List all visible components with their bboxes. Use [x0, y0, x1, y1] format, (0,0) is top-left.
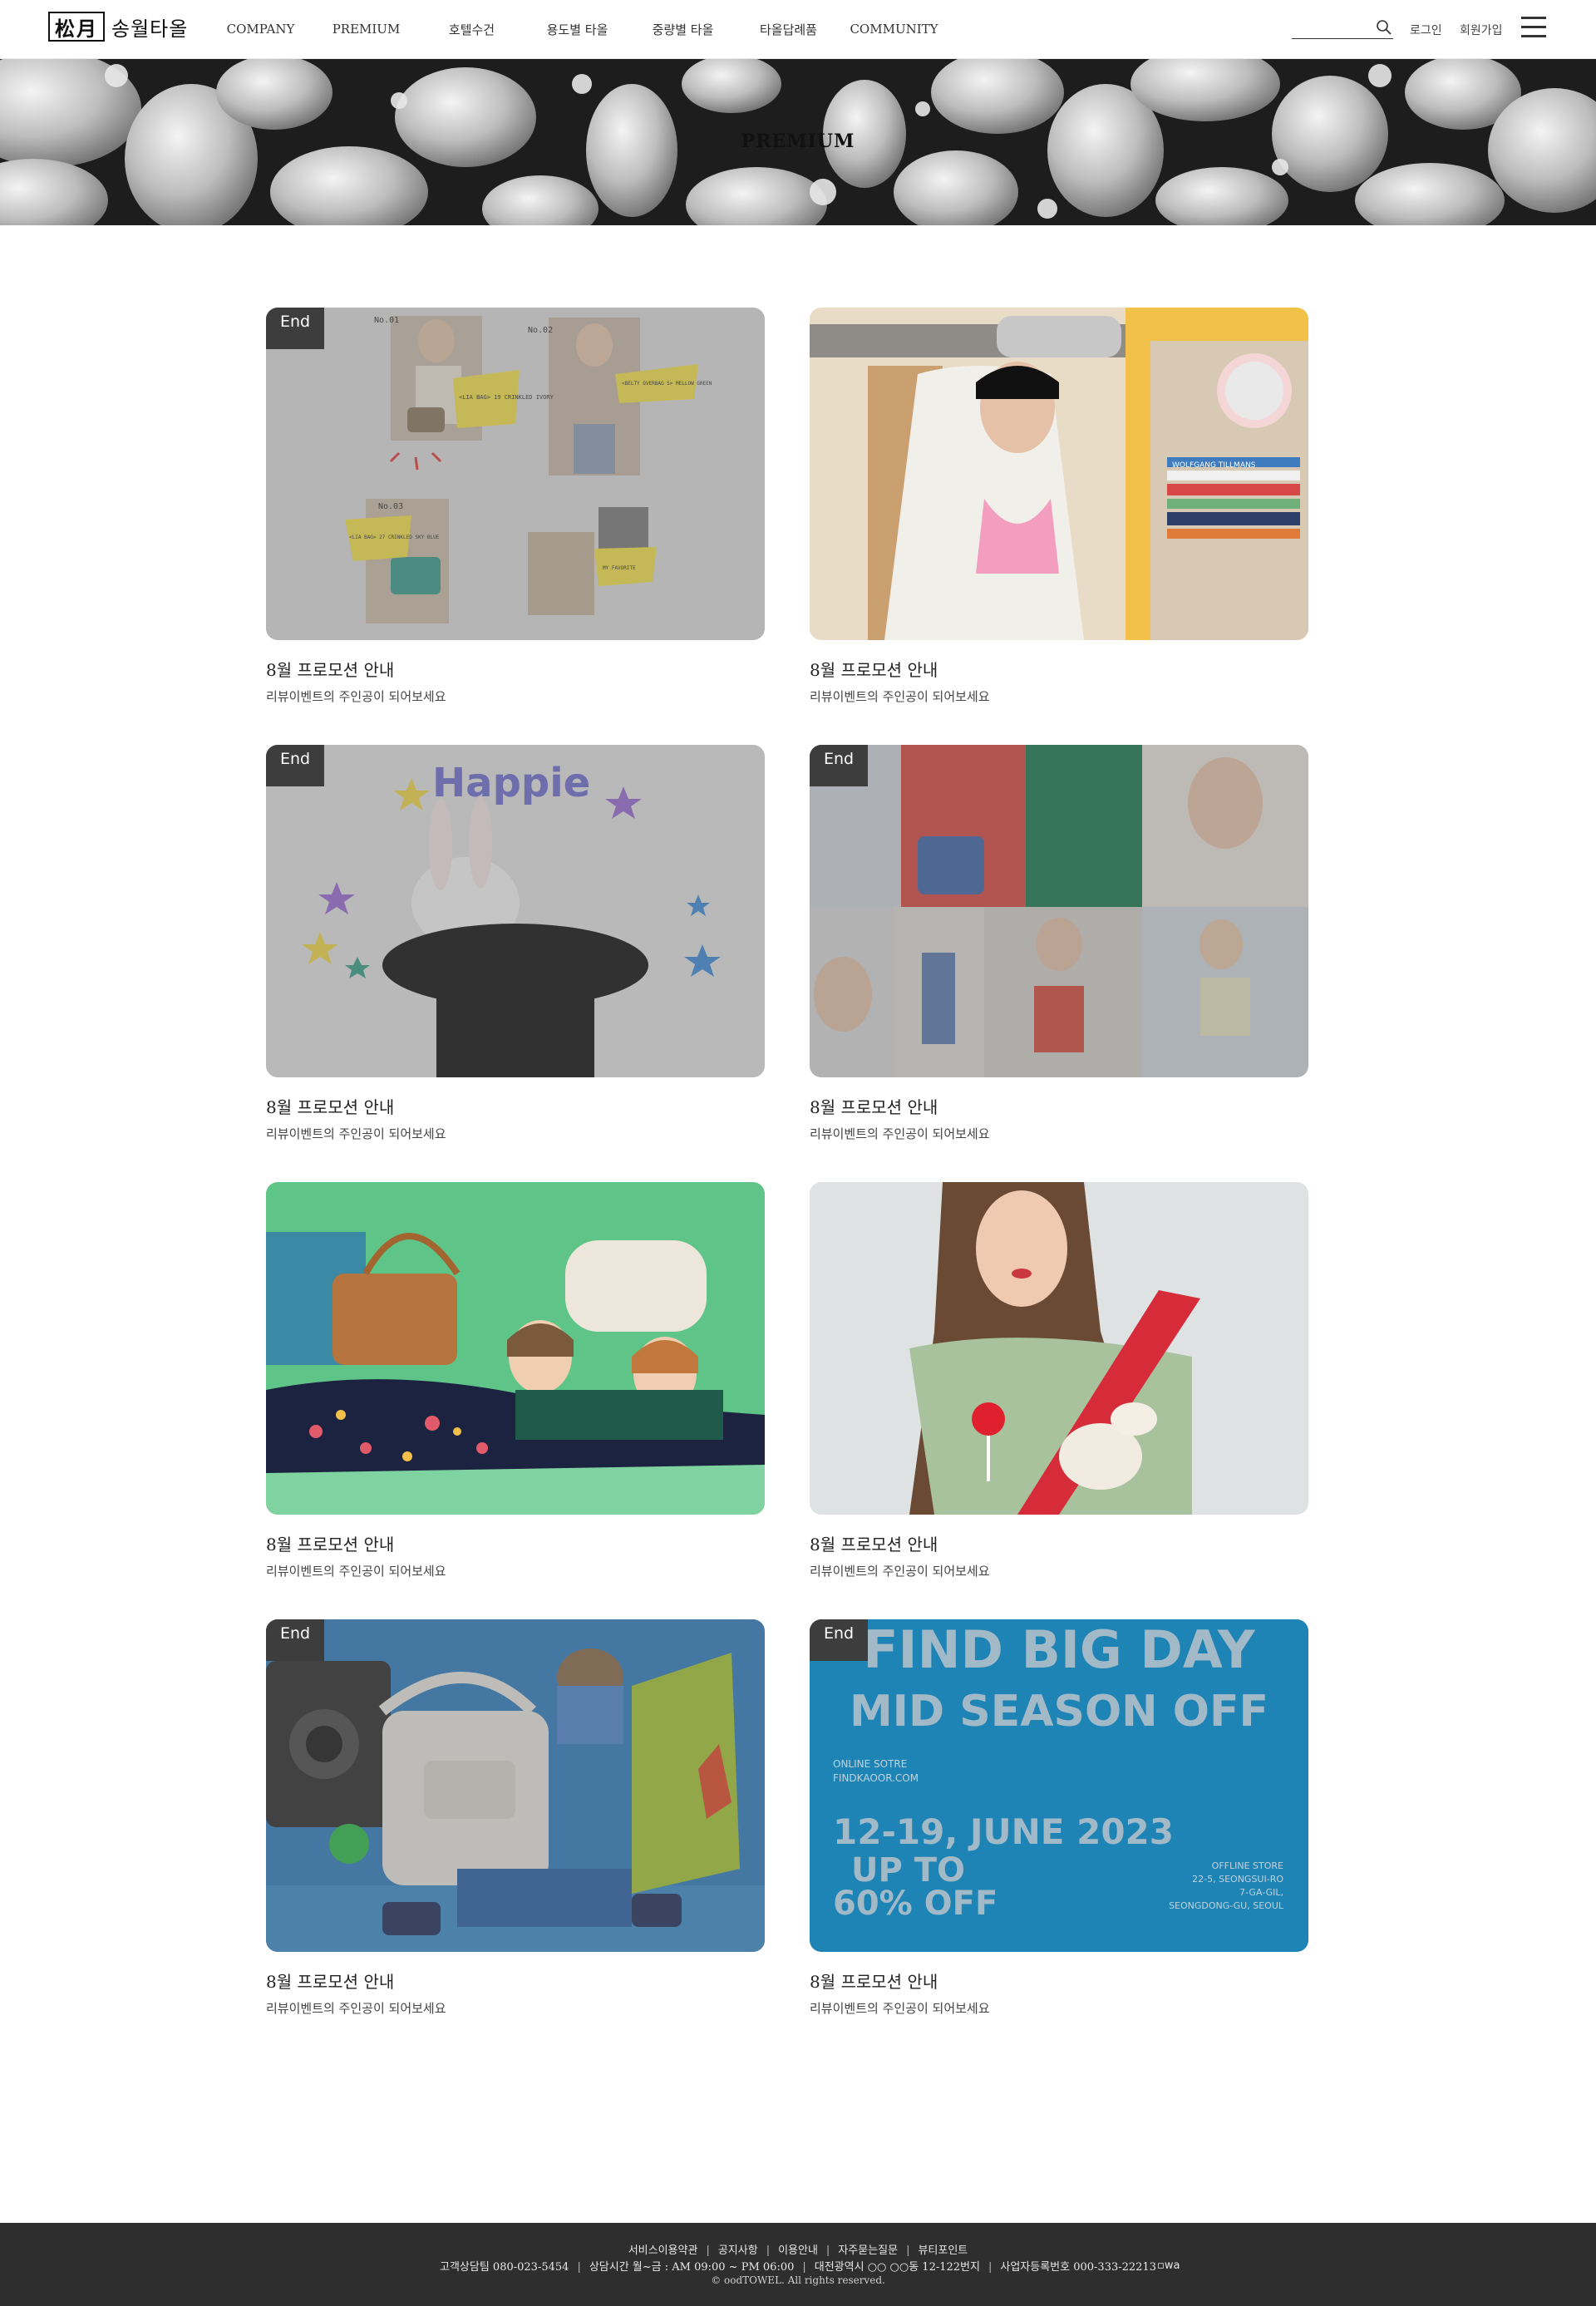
footer-phone: 고객상담팀 080-023-5454 — [440, 2261, 569, 2274]
card-description: 리뷰이벤트의 주인공이 되어보세요 — [266, 2001, 446, 2016]
promotion-card[interactable]: End 8월 프로모션 안내 리뷰이벤트의 주인공이 되어보세요 — [810, 745, 1308, 1144]
main-nav: COMPANY PREMIUM 호텔수건 용도별 타올 중량별 타올 타올답례품… — [208, 0, 947, 58]
site-header: 松月 송월타올 COMPANY PREMIUM 호텔수건 용도별 타올 중량별 … — [0, 0, 1596, 59]
card-description: 리뷰이벤트의 주인공이 되어보세요 — [266, 689, 446, 704]
badge-alt-text: wa — [1164, 2259, 1180, 2272]
footer-address: 대전광역시 ○○ ○○동 12-122번지 — [814, 2261, 980, 2274]
card-thumbnail[interactable]: End — [266, 1619, 765, 1952]
card-description: 리뷰이벤트의 주인공이 되어보세요 — [810, 2001, 990, 2016]
nav-towel-gifts[interactable]: 타올답례품 — [736, 21, 841, 38]
card-title[interactable]: 8월 프로모션 안내 — [810, 1094, 1308, 1118]
footer-link-faq[interactable]: 자주묻는질문 — [838, 2244, 898, 2257]
logo-seal: 松月 — [48, 12, 105, 42]
footer-link-notice[interactable]: 공지사항 — [718, 2244, 758, 2257]
card-title[interactable]: 8월 프로모션 안내 — [266, 1531, 765, 1555]
promotion-card[interactable]: 8월 프로모션 안내 리뷰이벤트의 주인공이 되어보세요 — [810, 1182, 1308, 1581]
card-title[interactable]: 8월 프로모션 안내 — [266, 1968, 765, 1993]
footer-separator: | — [766, 2244, 771, 2257]
footer-separator: | — [706, 2244, 710, 2257]
nav-towel-by-weight[interactable]: 중량별 타올 — [630, 21, 736, 38]
card-description: 리뷰이벤트의 주인공이 되어보세요 — [810, 1564, 990, 1579]
web-accessibility-badge[interactable]: ▫wa — [1157, 2259, 1180, 2272]
footer-company-info: 고객상담팀 080-023-5454 | 상담시간 월~금 : AM 09:00 ~… — [0, 2258, 1596, 2274]
search-input[interactable] — [1292, 18, 1375, 38]
card-title[interactable]: 8월 프로모션 안내 — [810, 1531, 1308, 1555]
end-badge: End — [810, 745, 868, 786]
footer-hours: 상담시간 월~금 : AM 09:00 ~ PM 06:00 — [589, 2261, 795, 2274]
search-box — [1292, 18, 1393, 39]
models-on-green-image — [266, 1182, 765, 1515]
promotion-card[interactable]: End Happie 8월 프로모션 안내 리뷰이벤트의 주인공이 되어보세요 — [266, 745, 765, 1144]
card-thumbnail[interactable]: WOLFGANG TILLMANS — [810, 308, 1308, 640]
card-thumbnail[interactable] — [810, 1182, 1308, 1515]
hamburger-menu-icon[interactable] — [1521, 17, 1546, 38]
card-thumbnail[interactable]: End — [810, 745, 1308, 1077]
card-thumbnail[interactable]: End FIND BIG DAY MID SEASON OFF ONLINE S… — [810, 1619, 1308, 1952]
nav-towel-by-use[interactable]: 용도별 타올 — [525, 21, 630, 38]
card-thumbnail[interactable]: End No.01 No.02 No.03 <LIA BAG> 19 CRINK… — [266, 308, 765, 640]
login-link[interactable]: 로그인 — [1410, 22, 1442, 38]
end-badge: End — [810, 1619, 868, 1661]
footer-copyright: © oodTOWEL. All rights reserved. — [711, 2274, 885, 2286]
footer-separator: | — [802, 2261, 806, 2274]
ended-overlay — [810, 745, 1308, 1077]
card-title[interactable]: 8월 프로모션 안내 — [810, 1968, 1308, 1993]
end-badge: End — [266, 1619, 324, 1661]
ended-overlay — [266, 1619, 765, 1952]
nav-company[interactable]: COMPANY — [208, 22, 313, 37]
site-footer: 서비스이용약관 | 공지사항 | 이용안내 | 자주묻는질문 | 뷰티포인트 고객상담팀 080… — [0, 2223, 1596, 2306]
footer-separator: | — [577, 2261, 581, 2274]
card-description: 리뷰이벤트의 주인공이 되어보세요 — [266, 1564, 446, 1579]
nav-hotel-towel[interactable]: 호텔수건 — [419, 21, 525, 38]
card-thumbnail[interactable] — [266, 1182, 765, 1515]
footer-links: 서비스이용약관 | 공지사항 | 이용안내 | 자주묻는질문 | 뷰티포인트 — [0, 2241, 1596, 2257]
promotion-card[interactable]: End FIND BIG DAY MID SEASON OFF ONLINE S… — [810, 1619, 1308, 2018]
model-lollipop-image — [810, 1182, 1308, 1515]
footer-separator: | — [825, 2244, 830, 2257]
site-logo[interactable]: 松月 송월타올 — [48, 12, 188, 42]
card-description: 리뷰이벤트의 주인공이 되어보세요 — [810, 689, 990, 704]
footer-link-guide[interactable]: 이용안내 — [778, 2244, 818, 2257]
end-badge: End — [266, 308, 324, 349]
nav-premium[interactable]: PREMIUM — [313, 22, 419, 37]
book-spine-label: WOLFGANG TILLMANS — [1172, 461, 1256, 470]
logo-wordmark: 송월타올 — [111, 17, 189, 41]
page-title: PREMIUM — [741, 131, 855, 152]
ended-overlay — [266, 308, 765, 640]
card-description: 리뷰이벤트의 주인공이 되어보세요 — [266, 1126, 446, 1141]
promotion-card[interactable]: End 8월 프로모션 안내 리뷰이벤트의 주인공이 되어보세요 — [266, 1619, 765, 2018]
card-title[interactable]: 8월 프로모션 안내 — [810, 657, 1308, 681]
promotion-card[interactable]: 8월 프로모션 안내 리뷰이벤트의 주인공이 되어보세요 — [266, 1182, 765, 1581]
card-thumbnail[interactable]: End Happie — [266, 745, 765, 1077]
card-description: 리뷰이벤트의 주인공이 되어보세요 — [810, 1126, 990, 1141]
card-title[interactable]: 8월 프로모션 안내 — [266, 657, 765, 681]
model-bag-on-head-image: WOLFGANG TILLMANS — [810, 308, 1308, 640]
card-title[interactable]: 8월 프로모션 안내 — [266, 1094, 765, 1118]
footer-separator: | — [906, 2244, 910, 2257]
ended-overlay — [810, 1619, 1308, 1952]
broken-image-icon: ▫ — [1157, 2259, 1165, 2272]
nav-community[interactable]: COMMUNITY — [841, 22, 947, 37]
footer-link-beauty-point[interactable]: 뷰티포인트 — [918, 2244, 968, 2257]
footer-link-terms[interactable]: 서비스이용약관 — [628, 2244, 698, 2257]
ended-overlay — [266, 745, 765, 1077]
page-banner: PREMIUM — [0, 59, 1596, 225]
search-icon[interactable] — [1375, 18, 1393, 37]
footer-business-number: 사업자등록번호 000-333-22213 — [1000, 2261, 1156, 2274]
signup-link[interactable]: 회원가입 — [1460, 22, 1503, 38]
end-badge: End — [266, 745, 324, 786]
promotion-card[interactable]: End No.01 No.02 No.03 <LIA BAG> 19 CRINK… — [266, 308, 765, 707]
footer-separator: | — [988, 2261, 993, 2274]
promotion-card[interactable]: WOLFGANG TILLMANS 8월 프로모션 안내 리뷰이벤트의 주인공이… — [810, 308, 1308, 707]
